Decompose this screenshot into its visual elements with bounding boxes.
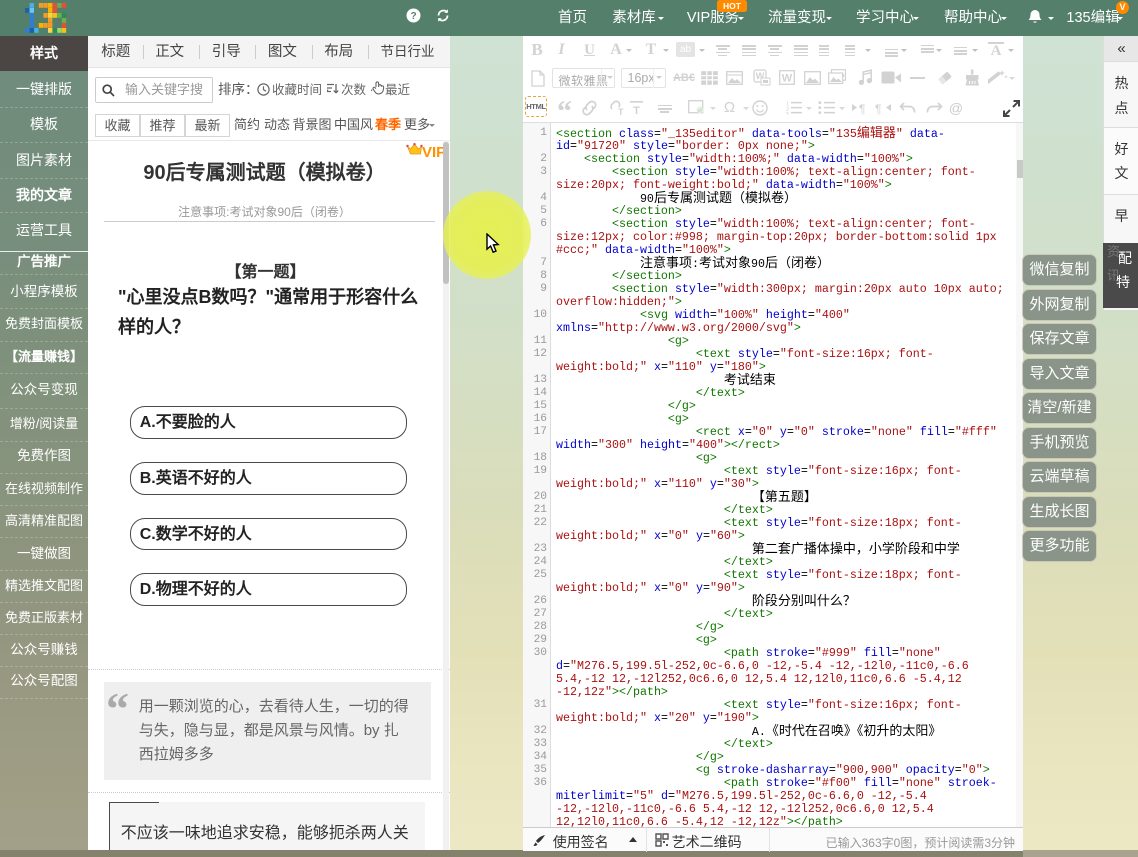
svg-text:?: ? [410, 11, 416, 22]
